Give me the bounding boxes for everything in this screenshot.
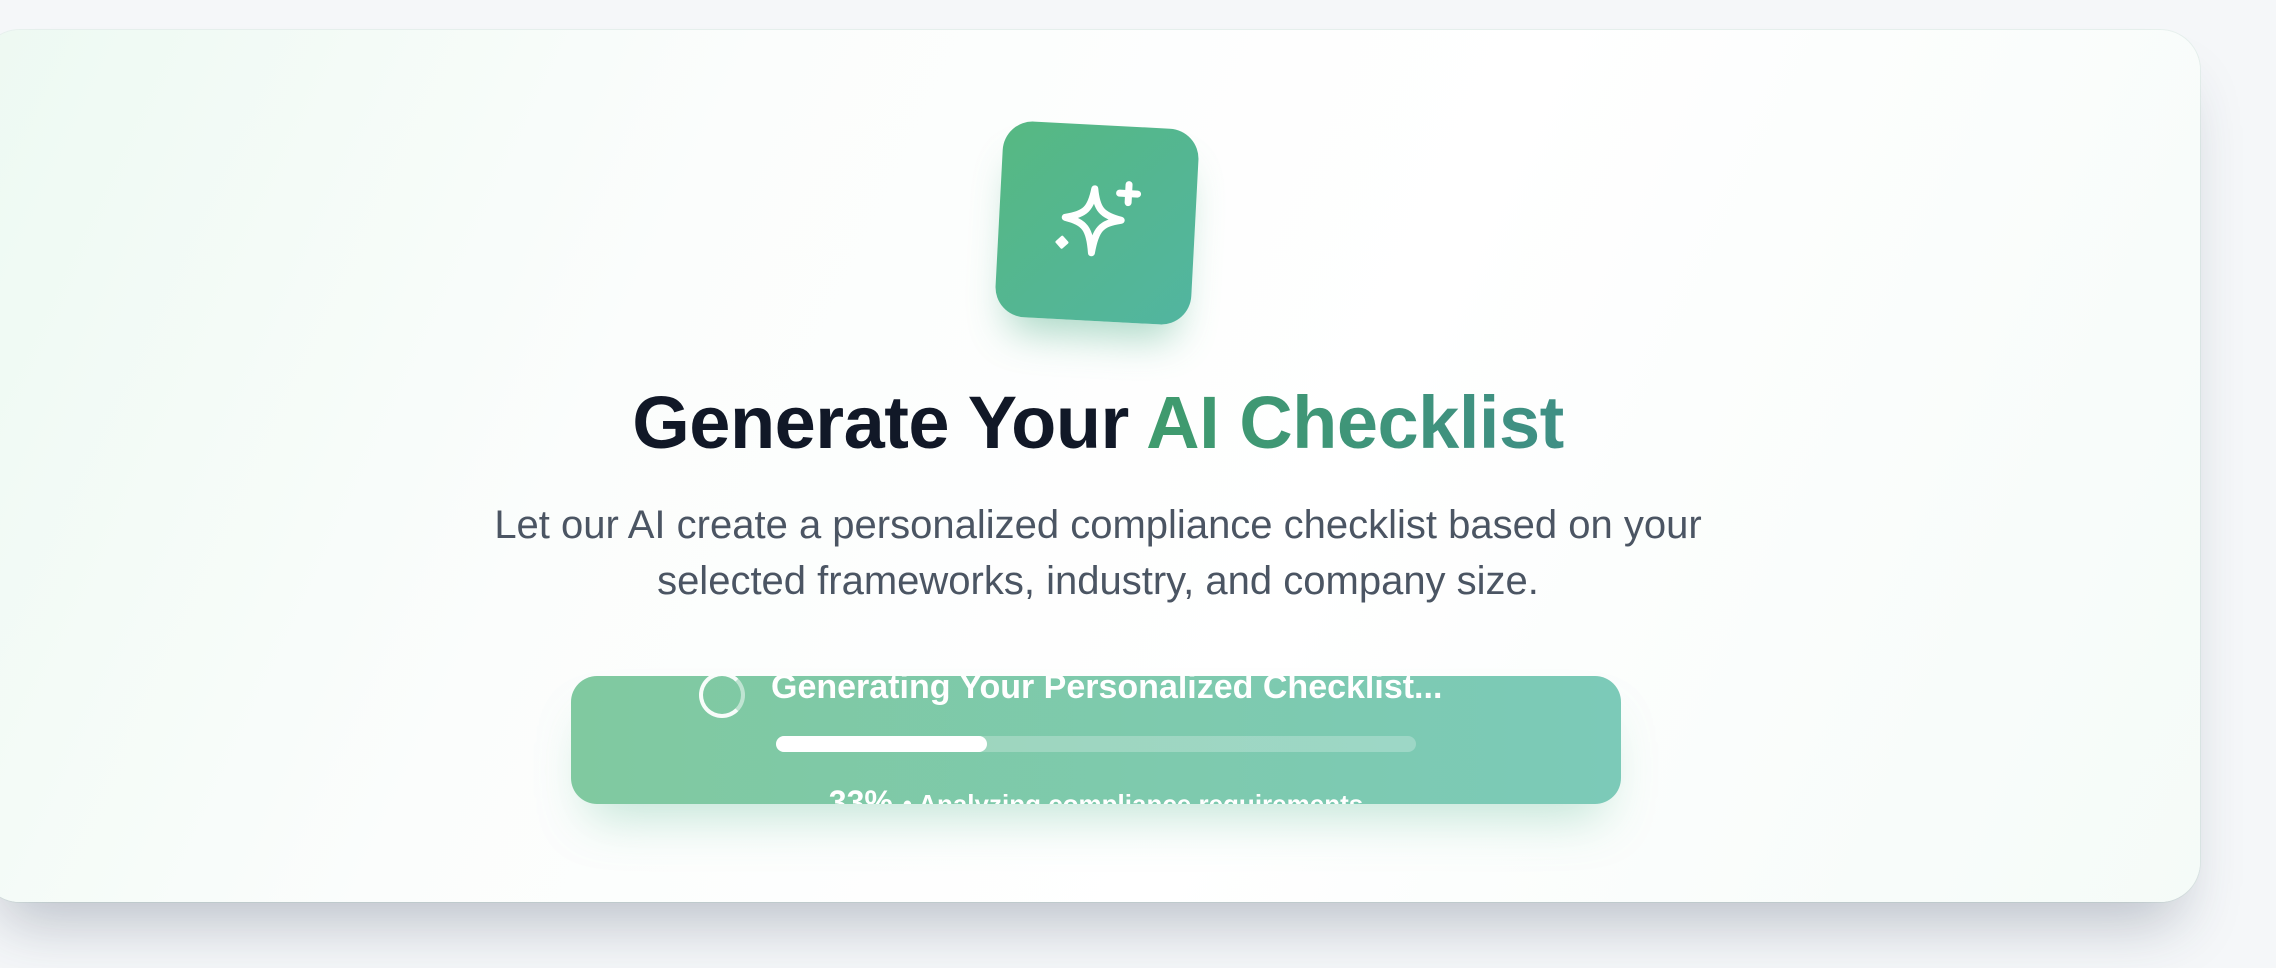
- progress-track: [776, 736, 1416, 752]
- generation-progress-card: Generating Your Personalized Checklist..…: [571, 676, 1621, 804]
- title-main: Generate Your: [632, 381, 1147, 464]
- page-subtitle: Let our AI create a personalized complia…: [494, 503, 1702, 603]
- page-title: Generate Your AI Checklist: [0, 380, 2196, 465]
- page: Generate Your AI Checklist Let our AI cr…: [0, 0, 2276, 968]
- title-accent: AI Checklist: [1146, 381, 1564, 464]
- progress-fill: [776, 736, 988, 752]
- spinner-icon: [699, 676, 745, 718]
- progress-percent: 33%: [828, 784, 893, 804]
- progress-label: Generating Your Personalized Checklist..…: [771, 676, 1443, 706]
- sparkles-icon: [1055, 181, 1142, 257]
- sparkles-logo-badge: [994, 120, 1200, 326]
- progress-step: • Analyzing compliance requirements: [902, 789, 1364, 804]
- progress-status: 33% • Analyzing compliance requirements: [571, 784, 1621, 804]
